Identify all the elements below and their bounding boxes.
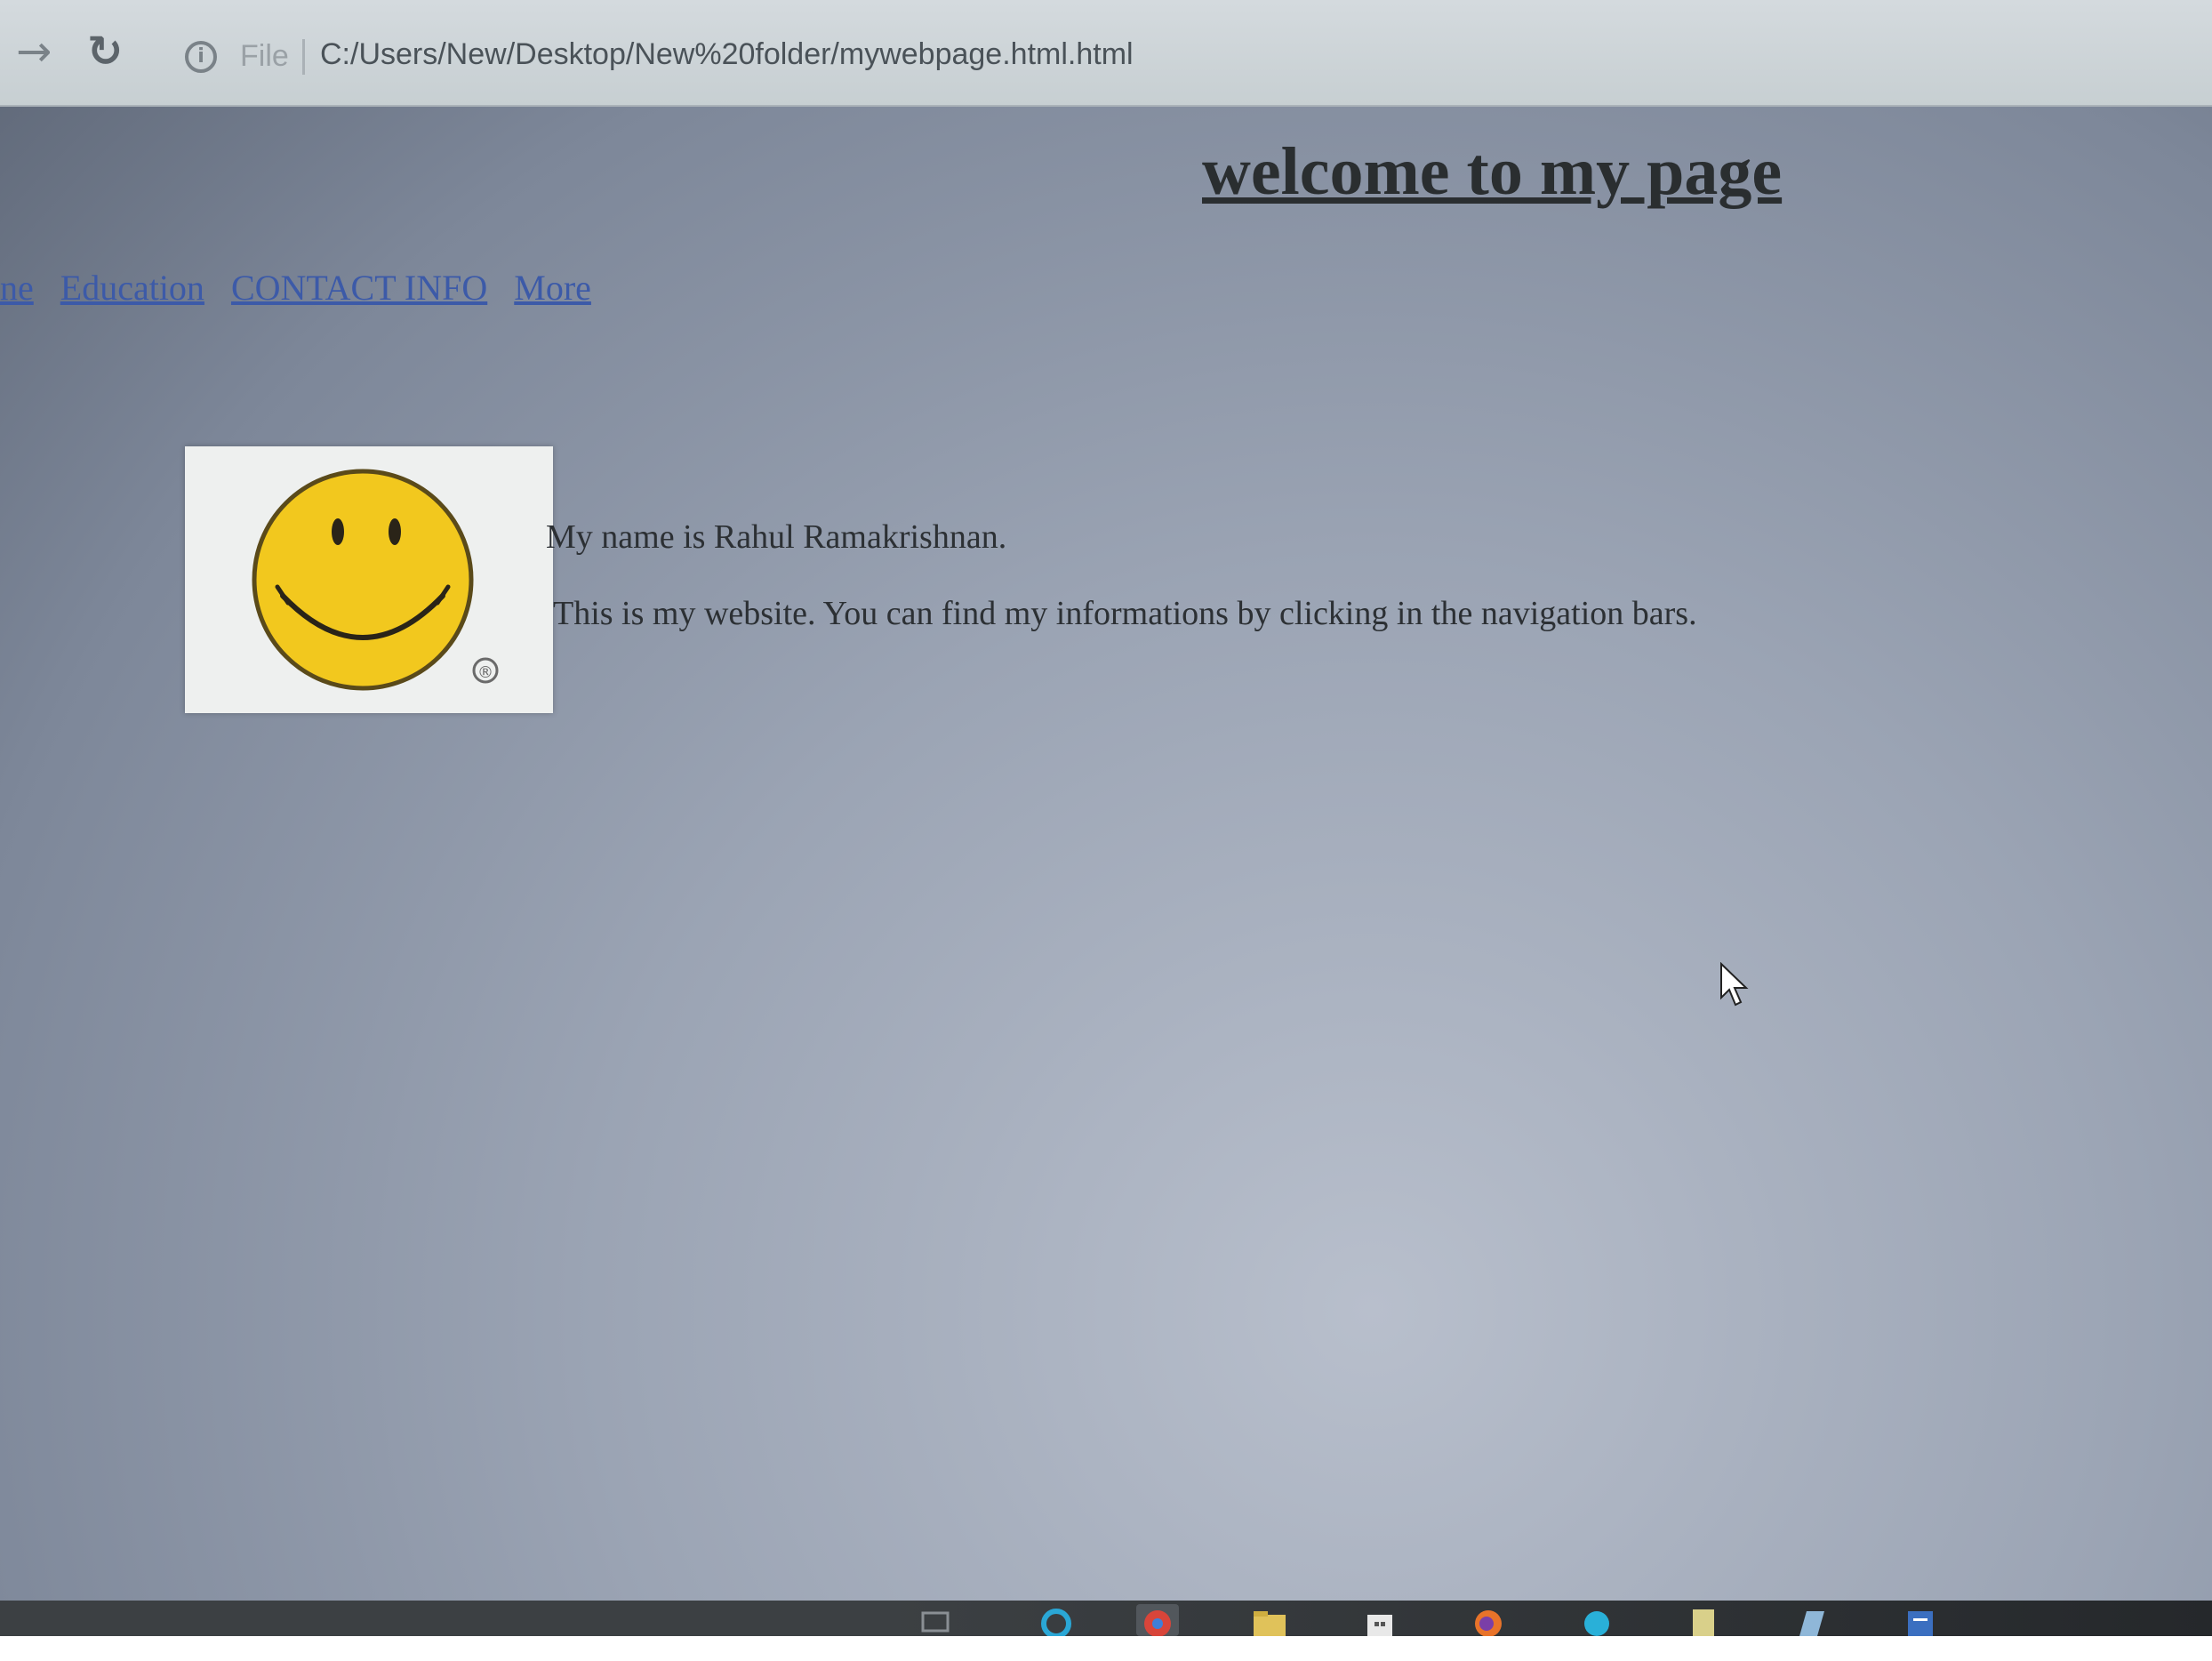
navigation-bar: ne Education CONTACT INFO More bbox=[0, 267, 609, 309]
registered-mark: ® bbox=[477, 663, 493, 682]
word-icon[interactable] bbox=[1899, 1604, 1942, 1636]
arrow-right-icon[interactable]: → bbox=[16, 27, 52, 76]
taskbar bbox=[0, 1601, 2212, 1636]
intro-description-text: This is my website. You can find my info… bbox=[553, 595, 1697, 632]
cortana-icon[interactable] bbox=[1035, 1604, 1078, 1636]
nav-link-contact-info[interactable]: CONTACT INFO bbox=[231, 268, 487, 308]
monitor-screen: → ↻ i File C:/Users/New/Desktop/New%20fo… bbox=[0, 0, 2212, 1636]
firefox-icon[interactable] bbox=[1467, 1604, 1510, 1636]
smiley-image: ® bbox=[185, 446, 553, 713]
smiley-face-icon: ® bbox=[252, 469, 499, 691]
mouse-cursor-icon bbox=[1720, 962, 1749, 1007]
task-view-icon[interactable] bbox=[914, 1604, 957, 1636]
page-title: welcome to my page bbox=[1202, 134, 1783, 209]
intro-name-text: My name is Rahul Ramakrishnan. bbox=[546, 518, 1007, 556]
url-input[interactable]: C:/Users/New/Desktop/New%20folder/mywebp… bbox=[320, 37, 1134, 72]
info-icon[interactable]: i bbox=[185, 41, 217, 73]
nav-link-home[interactable]: ne bbox=[0, 268, 34, 308]
reload-icon[interactable]: ↻ bbox=[87, 27, 123, 76]
url-scheme-label: File bbox=[240, 39, 289, 73]
skype-icon[interactable] bbox=[1575, 1604, 1618, 1636]
chrome-icon[interactable] bbox=[1136, 1604, 1179, 1636]
notepad-icon[interactable] bbox=[1682, 1604, 1725, 1636]
url-separator bbox=[302, 39, 305, 75]
bottom-border bbox=[0, 1636, 2212, 1661]
nav-link-education[interactable]: Education bbox=[60, 268, 204, 308]
browser-address-bar: → ↻ i File C:/Users/New/Desktop/New%20fo… bbox=[0, 0, 2212, 107]
nav-link-more[interactable]: More bbox=[514, 268, 591, 308]
store-icon[interactable] bbox=[1358, 1604, 1401, 1636]
app-icon[interactable] bbox=[1791, 1604, 1833, 1636]
file-explorer-icon[interactable] bbox=[1248, 1604, 1291, 1636]
